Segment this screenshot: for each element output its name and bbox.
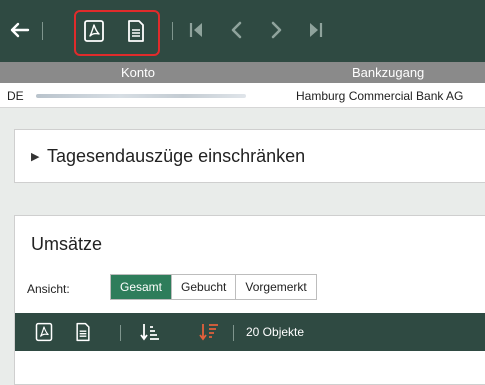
toolbar-divider bbox=[172, 22, 173, 40]
table-header: Konto Bankzugang bbox=[0, 62, 485, 83]
view-segmented-control: Gesamt Gebucht Vorgemerkt bbox=[110, 274, 317, 300]
account-number: DE bbox=[7, 89, 24, 103]
sort-ascending-icon[interactable] bbox=[140, 322, 160, 347]
first-page-icon[interactable] bbox=[187, 19, 207, 41]
transactions-title: Umsätze bbox=[31, 234, 103, 254]
pdf-icon[interactable] bbox=[82, 19, 106, 43]
filter-panel-header[interactable]: ▶ Tagesendauszüge einschränken bbox=[31, 146, 305, 167]
object-count: 20 Objekte bbox=[246, 325, 305, 339]
view-label: Ansicht: bbox=[27, 282, 70, 296]
filter-panel-label: Tagesendauszüge einschränken bbox=[47, 146, 306, 166]
bank-name: Hamburg Commercial Bank AG bbox=[296, 89, 464, 103]
column-header-konto[interactable]: Konto bbox=[121, 65, 155, 80]
transactions-toolbar: 20 Objekte bbox=[15, 313, 485, 351]
table-row[interactable]: DE Hamburg Commercial Bank AG bbox=[0, 83, 485, 108]
toolbar-divider bbox=[42, 22, 43, 40]
toolbar-divider bbox=[120, 325, 121, 341]
column-header-bankzugang[interactable]: Bankzugang bbox=[352, 65, 424, 80]
top-toolbar bbox=[0, 0, 485, 62]
document-icon[interactable] bbox=[124, 19, 148, 43]
document-icon[interactable] bbox=[73, 322, 93, 347]
previous-page-icon[interactable] bbox=[227, 19, 247, 41]
toolbar-divider bbox=[233, 325, 234, 341]
view-option-gesamt[interactable]: Gesamt bbox=[111, 275, 173, 299]
view-option-gebucht[interactable]: Gebucht bbox=[172, 275, 237, 299]
sort-descending-icon[interactable] bbox=[199, 322, 219, 347]
expand-triangle-icon: ▶ bbox=[31, 151, 40, 163]
view-option-vorgemerkt[interactable]: Vorgemerkt bbox=[236, 275, 316, 299]
last-page-icon[interactable] bbox=[305, 19, 325, 41]
redacted-account-number bbox=[36, 94, 246, 98]
back-arrow-icon[interactable] bbox=[8, 19, 30, 41]
pdf-icon[interactable] bbox=[34, 322, 54, 347]
transactions-panel: Umsätze Ansicht: Gesamt Gebucht Vorgemer… bbox=[14, 215, 485, 385]
filter-panel[interactable]: ▶ Tagesendauszüge einschränken bbox=[14, 129, 485, 183]
next-page-icon[interactable] bbox=[266, 19, 286, 41]
